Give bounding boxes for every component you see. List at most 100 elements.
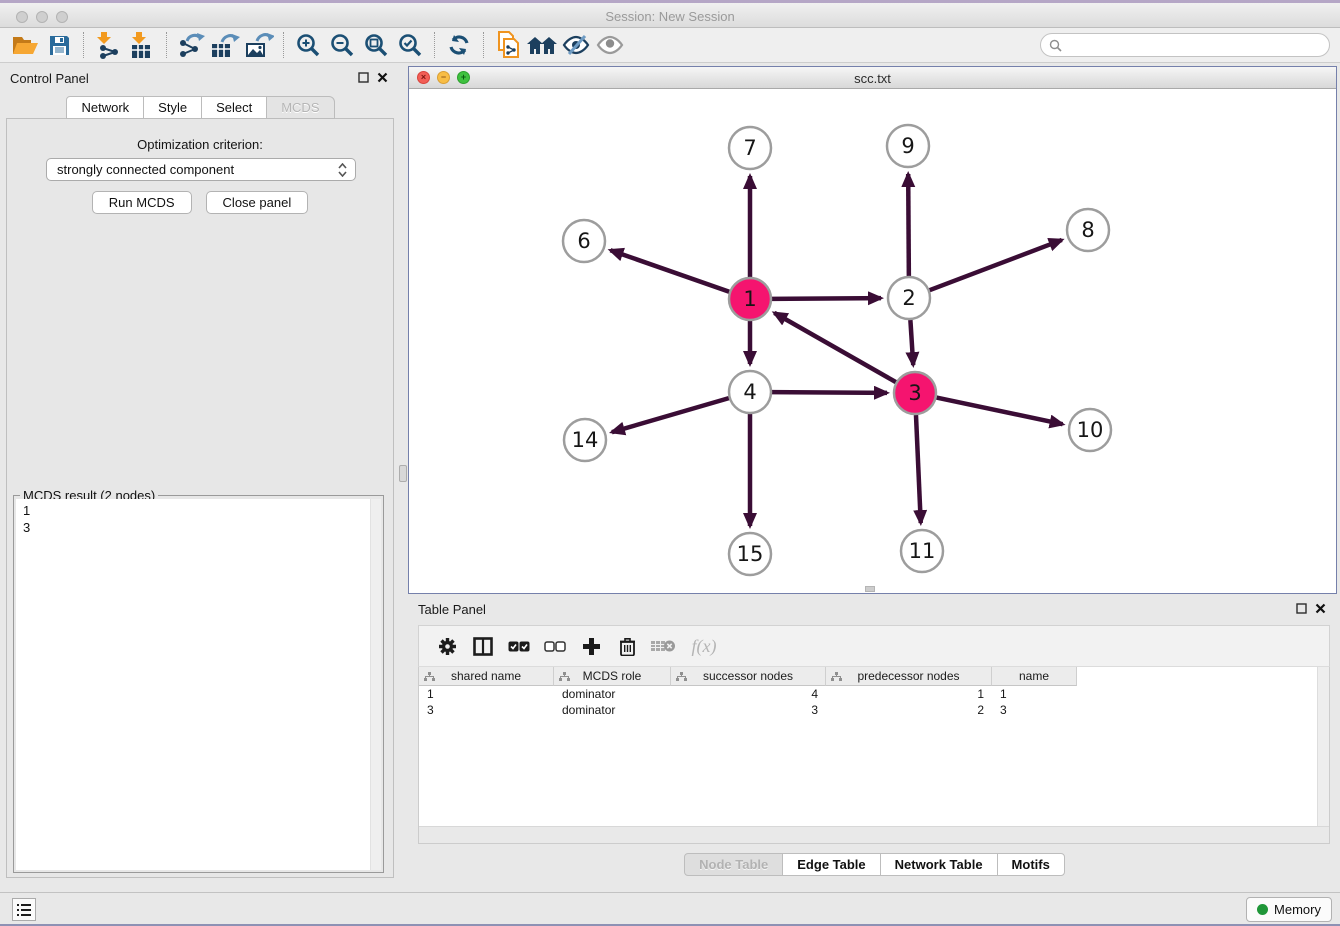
graph-node-4[interactable]: 4 [729,371,771,413]
graph-node-15[interactable]: 15 [729,533,771,575]
table-cell[interactable]: 1 [992,686,1077,702]
edge-2-3[interactable] [910,320,913,365]
graph-node-10[interactable]: 10 [1069,409,1111,451]
edge-1-6[interactable] [610,250,729,292]
deselect-all-button[interactable] [537,630,573,662]
task-history-button[interactable] [12,898,36,921]
optimization-criterion-select[interactable]: strongly connected component [46,158,356,181]
network-graph[interactable]: 7 9 6 8 1 2 4 3 14 10 15 11 [409,90,1336,594]
graph-node-11[interactable]: 11 [901,530,943,572]
tab-node-table[interactable]: Node Table [684,853,783,876]
column-header-successor-nodes[interactable]: successor nodes [671,667,826,686]
graph-node-6[interactable]: 6 [563,220,605,262]
table-hscrollbar[interactable] [419,826,1329,843]
hide-selected-button[interactable] [559,30,593,60]
graph-node-8[interactable]: 8 [1067,209,1109,251]
unchecked-boxes-icon [544,641,566,652]
edge-3-11[interactable] [916,415,921,523]
tab-mcds[interactable]: MCDS [266,96,334,119]
sort-hierarchy-icon [559,671,570,685]
canvas-hscroll-thumb[interactable] [865,586,875,592]
graph-node-14[interactable]: 14 [564,419,606,461]
network-window-titlebar[interactable]: × − + scc.txt [409,67,1336,89]
graph-node-1[interactable]: 1 [729,278,771,320]
home-view-button[interactable] [525,30,559,60]
tab-network[interactable]: Network [66,96,144,119]
graph-node-2[interactable]: 2 [888,277,930,319]
table-cell[interactable]: 3 [671,702,826,718]
delete-table-button[interactable] [645,630,681,662]
graph-node-3[interactable]: 3 [894,372,936,414]
zoom-selected-button[interactable] [393,30,427,60]
delete-column-button[interactable] [609,630,645,662]
tab-network-table[interactable]: Network Table [880,853,998,876]
delete-table-icon [650,638,676,654]
node-table[interactable]: shared name MCDS rolesuccessor nodesprede… [418,667,1330,844]
table-cell[interactable]: 4 [671,686,826,702]
splitter-grip[interactable] [399,465,407,482]
column-header-name[interactable]: name [992,667,1077,686]
float-panel-icon[interactable] [1296,603,1307,614]
graph-node-9[interactable]: 9 [887,125,929,167]
table-row[interactable]: 3dominator323 [419,702,1329,718]
search-field[interactable] [1040,33,1330,57]
tab-edge-table[interactable]: Edge Table [782,853,880,876]
tab-motifs[interactable]: Motifs [997,853,1065,876]
function-builder-button[interactable]: f(x) [681,630,727,662]
mcds-result-list[interactable]: 1 3 [16,499,381,870]
column-header-MCDS-role[interactable]: MCDS role [554,667,671,686]
table-cell[interactable]: 3 [992,702,1077,718]
close-panel-icon[interactable] [1315,603,1326,614]
table-cell[interactable]: dominator [554,686,671,702]
edge-2-9[interactable] [908,174,909,276]
close-panel-button[interactable]: Close panel [206,191,309,214]
export-network-button[interactable] [174,30,208,60]
zoom-in-button[interactable] [291,30,325,60]
float-panel-icon[interactable] [358,72,369,83]
import-table-button[interactable] [125,30,159,60]
graph-node-7[interactable]: 7 [729,127,771,169]
edge-1-2[interactable] [772,298,881,299]
run-mcds-button[interactable]: Run MCDS [92,191,192,214]
export-table-icon [210,32,240,59]
add-column-button[interactable] [573,630,609,662]
tab-select[interactable]: Select [201,96,267,119]
export-network-icon [177,32,205,59]
export-table-button[interactable] [208,30,242,60]
import-network-button[interactable] [91,30,125,60]
network-canvas[interactable]: 7 9 6 8 1 2 4 3 14 10 15 11 [409,90,1336,593]
table-row[interactable]: 1dominator411 [419,686,1329,702]
table-vscrollbar[interactable] [1317,667,1329,826]
table-settings-button[interactable] [429,630,465,662]
edge-4-3[interactable] [772,392,887,393]
table-cell[interactable]: 3 [419,702,554,718]
table-cell[interactable]: 1 [419,686,554,702]
column-header-shared-name[interactable]: shared name [419,667,554,686]
result-scrollbar[interactable] [370,499,381,870]
close-panel-icon[interactable] [377,72,388,83]
zoom-out-button[interactable] [325,30,359,60]
show-columns-button[interactable] [465,630,501,662]
edge-3-10[interactable] [937,398,1063,425]
edge-3-1[interactable] [774,313,896,382]
zoom-fit-button[interactable] [359,30,393,60]
memory-button[interactable]: Memory [1246,897,1332,922]
show-all-button[interactable] [593,30,627,60]
tab-style[interactable]: Style [143,96,202,119]
refresh-view-button[interactable] [442,30,476,60]
column-header-predecessor-nodes[interactable]: predecessor nodes [826,667,992,686]
edge-2-8[interactable] [930,240,1062,290]
selected-criterion: strongly connected component [57,162,338,177]
table-cell[interactable]: dominator [554,702,671,718]
edge-4-14[interactable] [612,398,729,432]
table-cell[interactable]: 2 [826,702,992,718]
copy-network-button[interactable] [491,30,525,60]
svg-text:14: 14 [572,428,599,452]
search-input[interactable] [1067,38,1329,53]
save-session-button[interactable] [42,30,76,60]
open-file-button[interactable] [8,30,42,60]
column-label: shared name [451,669,521,683]
select-all-button[interactable] [501,630,537,662]
export-image-button[interactable] [242,30,276,60]
table-cell[interactable]: 1 [826,686,992,702]
